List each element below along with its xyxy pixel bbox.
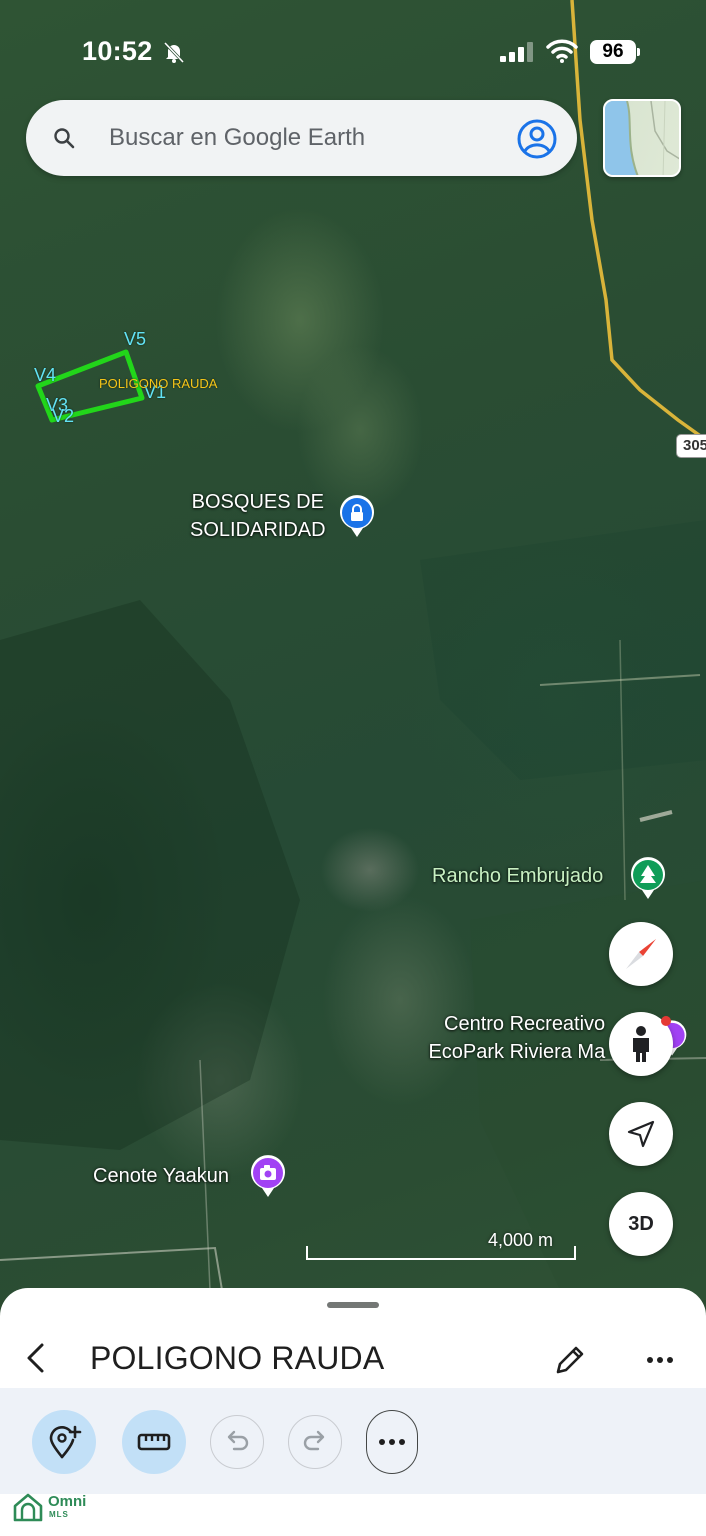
compass-button[interactable]: [609, 922, 673, 986]
edit-toolbar: [0, 1388, 706, 1494]
place-name-line1: Centro Recreativo: [444, 1013, 606, 1035]
drag-handle[interactable]: [327, 1302, 379, 1308]
omni-logo-icon: [13, 1493, 43, 1522]
search-icon: [54, 128, 75, 149]
place-label-ecopark[interactable]: Centro Recreativo EcoPark Riviera Ma: [424, 1010, 605, 1066]
add-place-icon: [49, 1425, 82, 1459]
camera-pin-icon[interactable]: [249, 1154, 287, 1198]
notification-dot: [661, 1016, 671, 1026]
watermark-sub: MLS: [49, 1510, 69, 1519]
vertex-label-v4: V4: [34, 365, 57, 385]
add-placemark-button[interactable]: [32, 1410, 96, 1474]
place-label-bosques[interactable]: BOSQUES DE SOLIDARIDAD: [190, 488, 326, 544]
map-layers-button[interactable]: [603, 99, 681, 177]
bottom-sheet: POLIGONO RAUDA Omni MLS: [0, 1288, 706, 1536]
redo-button[interactable]: [288, 1415, 342, 1469]
vertex-label-v5: V5: [124, 329, 147, 349]
map-thumbnail-icon: [605, 101, 679, 175]
more-horizontal-icon: [379, 1439, 405, 1445]
compass-icon: [626, 939, 656, 969]
map-overlay: [0, 0, 706, 1291]
pencil-icon[interactable]: [552, 1342, 588, 1378]
place-label-cenote[interactable]: Cenote Yaakun: [93, 1162, 229, 1190]
pegman-icon: [633, 1026, 649, 1062]
satellite-map[interactable]: V5 V4 V3 V2 V1 POLIGONO RAUDA 305 BOSQUE…: [0, 0, 706, 1300]
undo-icon: [227, 1430, 249, 1451]
road-shield: 305: [676, 434, 706, 458]
tree-pin-icon[interactable]: [629, 856, 667, 900]
more-horizontal-icon[interactable]: [644, 1344, 676, 1376]
polygon-map-label[interactable]: POLIGONO RAUDA: [99, 376, 217, 391]
ruler-icon: [137, 1433, 171, 1451]
status-time: 10:52: [82, 36, 153, 66]
search-bar[interactable]: Buscar en Google Earth: [26, 100, 577, 176]
account-icon[interactable]: [516, 118, 558, 160]
my-location-button[interactable]: [609, 1102, 673, 1166]
navigation-arrow-icon: [627, 1120, 655, 1148]
redo-icon: [303, 1430, 325, 1451]
battery-nub: [637, 48, 640, 56]
place-name-line2: EcoPark Riviera Ma: [428, 1041, 606, 1063]
watermark-brand: Omni: [48, 1493, 87, 1510]
measure-button[interactable]: [122, 1410, 186, 1474]
search-input[interactable]: Buscar en Google Earth: [109, 124, 365, 152]
scale-label: 4,000 m: [488, 1230, 554, 1250]
place-name-line2: SOLIDARIDAD: [190, 519, 326, 541]
undo-button[interactable]: [210, 1415, 264, 1469]
sheet-title: POLIGONO RAUDA: [90, 1340, 385, 1376]
back-arrow-icon[interactable]: [18, 1340, 54, 1376]
bell-slash-icon: [163, 41, 185, 64]
vertex-label-v2: V2: [52, 406, 75, 426]
place-name-line1: BOSQUES DE: [191, 491, 324, 513]
3d-label: 3D: [628, 1212, 654, 1235]
wifi-icon: [546, 39, 578, 63]
lock-pin-icon[interactable]: [338, 494, 376, 538]
place-label-rancho[interactable]: Rancho Embrujado: [432, 862, 603, 890]
battery-icon: 96: [590, 40, 636, 64]
signal-icon: [500, 42, 533, 62]
status-bar: 10:52 96: [0, 30, 706, 74]
3d-button[interactable]: 3D: [609, 1192, 673, 1256]
more-tools-button[interactable]: [366, 1410, 418, 1474]
street-view-button[interactable]: [609, 1012, 673, 1076]
